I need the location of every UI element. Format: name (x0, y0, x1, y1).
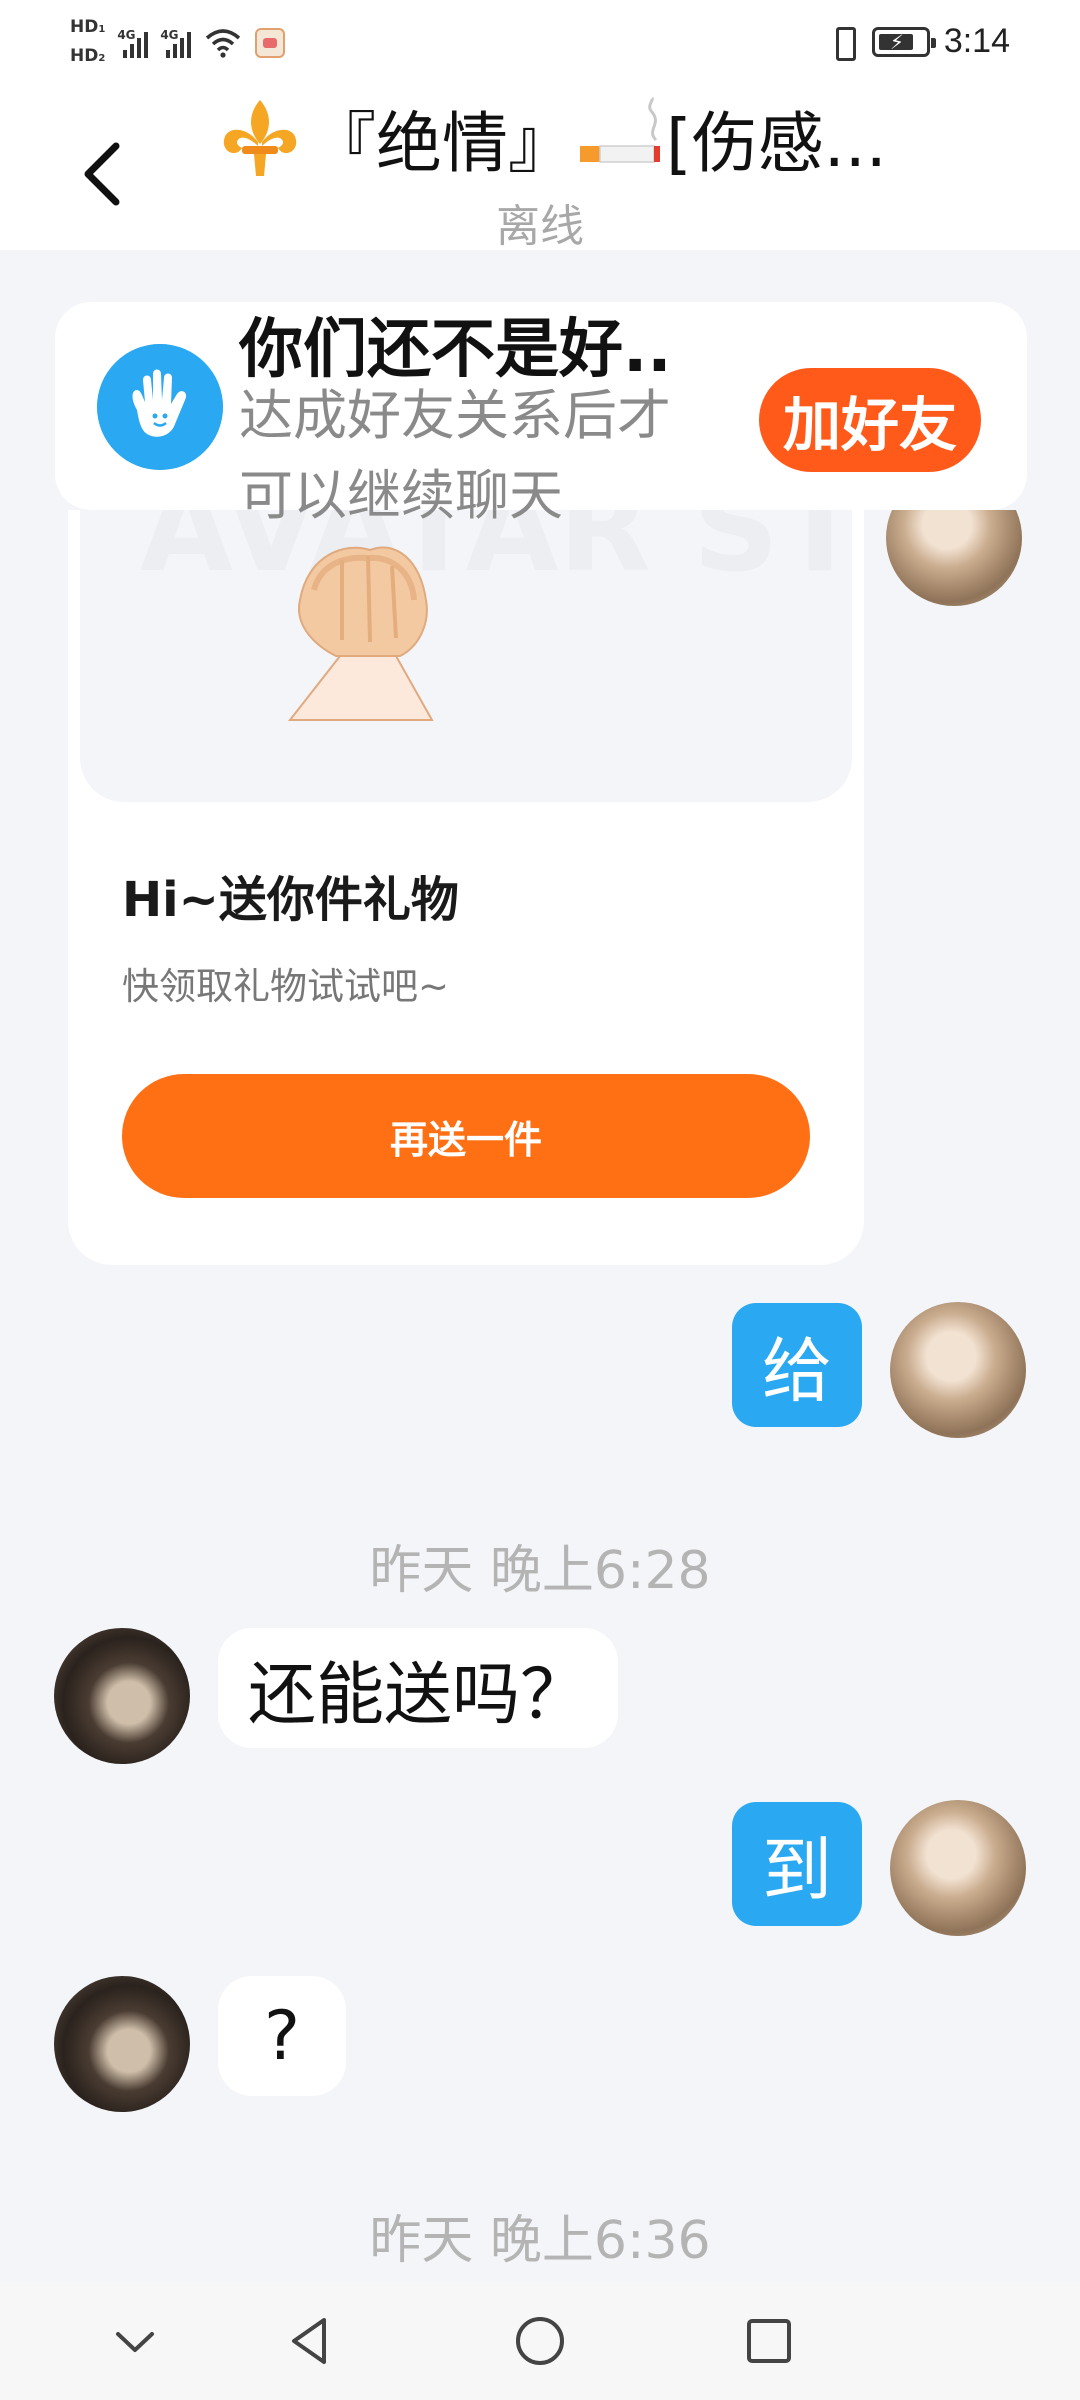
gift-preview: AVATAR STORE (80, 510, 852, 802)
network1-label: 4G (117, 28, 136, 42)
message-bubble-received[interactable]: 还能送吗？ (218, 1628, 619, 1748)
avatar[interactable] (890, 1800, 1026, 1936)
avatar-store-watermark: AVATAR STORE (140, 510, 852, 721)
avatar[interactable] (54, 1976, 190, 2112)
chat-title: 『绝情』 [伤感... (218, 92, 978, 184)
cigarette-icon (580, 96, 660, 163)
battery-charging-icon: ⚡ (871, 26, 936, 57)
message-bubble-sent[interactable]: 给 (732, 1303, 862, 1427)
gift-card: AVATAR STORE Hi~送你件礼物 快领取礼物试试吧~ 再送一件 (68, 510, 864, 1265)
title-part1: 『绝情』 (310, 105, 574, 182)
sim-indicators: HD1 HD2 (70, 18, 105, 68)
banner-description: 达成好友关系后才可以继续聊天 (239, 384, 671, 527)
gift-description: 快领取礼物试试吧~ (122, 965, 450, 1008)
hand-wave-icon (97, 344, 223, 470)
sim1-label: HD (70, 17, 99, 37)
message-timestamp: 昨天 晚上6:36 (369, 2211, 711, 2271)
add-friend-banner: 你们还不是好.. 达成好友关系后才可以继续聊天 加好友 (55, 302, 1027, 527)
message-bubble-sent[interactable]: 到 (732, 1802, 862, 1926)
status-left: HD1 HD2 4G 4G (70, 18, 286, 68)
vibrate-icon (828, 25, 858, 61)
fleur-de-lis-icon (223, 100, 297, 176)
status-right: ⚡ 3:14 (828, 22, 1010, 61)
message-bubble-received[interactable]: ? (218, 1976, 346, 2096)
message-timestamp: 昨天 晚上6:28 (369, 1541, 711, 1601)
system-nav-bar (0, 2282, 1080, 2400)
avatar[interactable] (890, 1302, 1026, 1438)
status-time: 3:14 (943, 22, 1010, 60)
home-circle-icon[interactable] (505, 2306, 575, 2376)
title-part2: [伤感... (666, 105, 887, 182)
online-status: 离线 (496, 201, 584, 252)
send-another-gift-button[interactable]: 再送一件 (122, 1074, 810, 1198)
wifi-icon (206, 29, 241, 58)
avatar[interactable] (54, 1628, 190, 1764)
back-triangle-icon[interactable] (274, 2306, 344, 2376)
sim1-index: 1 (98, 24, 106, 35)
recents-square-icon[interactable] (734, 2306, 804, 2376)
app-notification-icon (255, 28, 286, 58)
sim2-index: 2 (98, 53, 106, 64)
signal-icon: 4G (160, 28, 192, 58)
sim2-label: HD (70, 46, 99, 66)
status-bar: HD1 HD2 4G 4G ⚡ 3:14 (0, 0, 1080, 92)
collapse-chevron-icon[interactable] (100, 2306, 170, 2376)
add-friend-button[interactable]: 加好友 (759, 368, 981, 472)
network2-label: 4G (160, 28, 179, 42)
signal-icon: 4G (117, 28, 149, 58)
chat-header: 『绝情』 [伤感... 离线 (0, 92, 1080, 252)
gift-title: Hi~送你件礼物 (122, 872, 459, 928)
